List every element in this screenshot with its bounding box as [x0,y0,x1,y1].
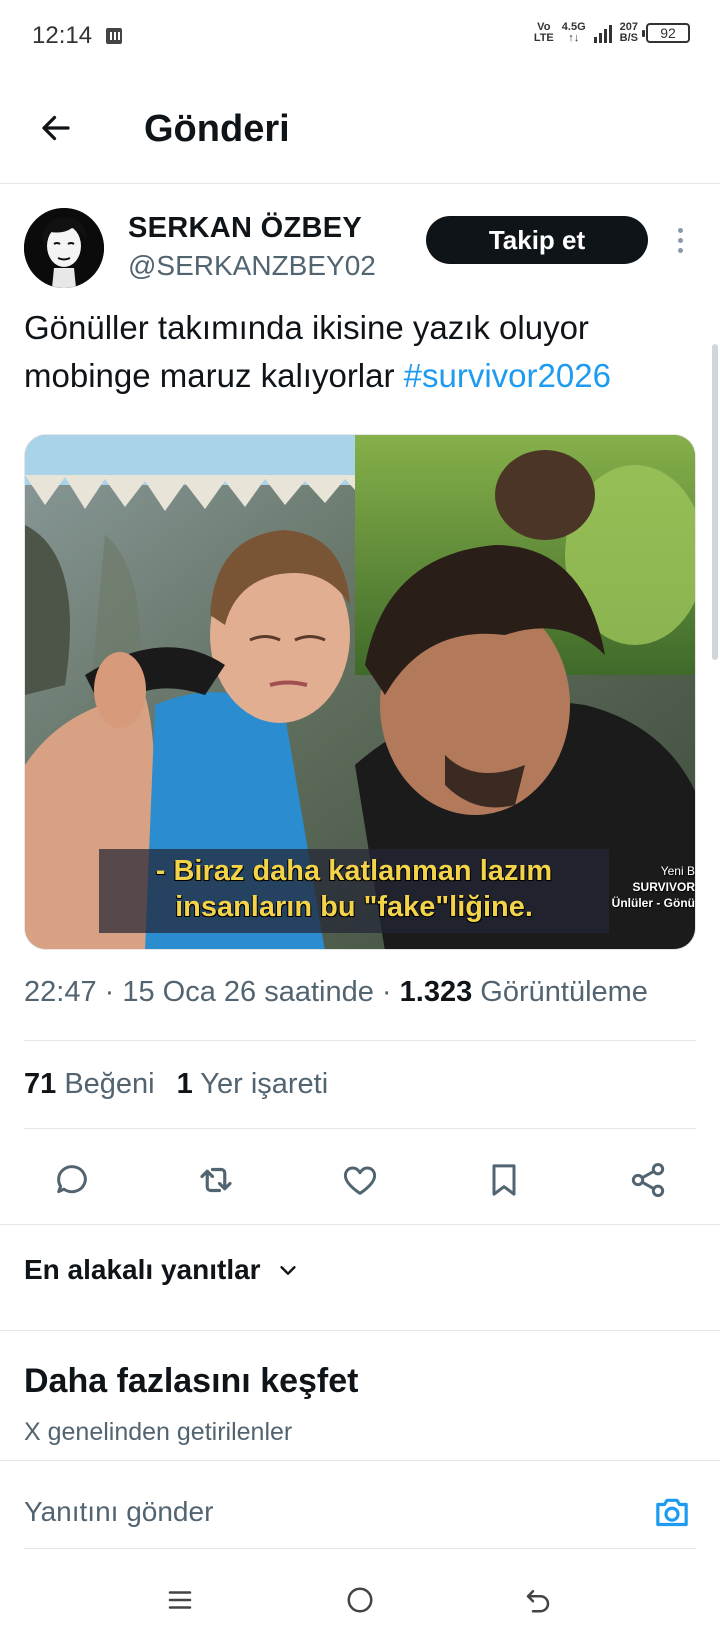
back-arrow-icon [526,1590,550,1613]
views-count: 1.323 [399,976,473,1008]
views-label: Görüntüleme [472,976,648,1008]
more-vertical-icon [677,227,683,233]
chevron-down-icon [279,1266,296,1275]
author-handle[interactable]: @SERKANZBEY02 [128,250,376,282]
page-title: Gönderi [144,108,290,150]
post-media-image[interactable]: - Biraz daha katlanman lazım insanların … [24,434,696,950]
subtitle-line-1: - Biraz daha katlanman lazım [155,855,553,887]
subtitle-line-2: insanların bu "fake"liğine. [175,891,533,923]
avatar[interactable] [24,208,104,288]
menu-icon [168,1591,192,1609]
camera-icon [656,1498,688,1527]
home-circle-icon [347,1587,373,1613]
discover-subtitle: X genelinden getirilenler [24,1418,293,1446]
divider [0,1460,720,1461]
avatar-image [24,208,104,288]
post-actions-bar [0,1140,720,1220]
replies-sort-label: En alakalı yanıtlar [24,1254,261,1285]
back-button[interactable] [30,102,82,154]
divider [24,1548,696,1549]
like-button[interactable] [338,1158,382,1202]
post-date[interactable]: 15 Oca 26 saatinde [122,976,374,1008]
follow-button[interactable]: Takip et [426,216,648,264]
retweet-button[interactable] [194,1158,238,1202]
divider [0,1224,720,1225]
reply-input[interactable]: Yanıtını gönder [24,1496,213,1528]
nav-back-button[interactable] [514,1576,562,1624]
nav-home-button[interactable] [336,1576,384,1624]
discover-title: Daha fazlasını keşfet [24,1362,359,1400]
like-icon [343,1166,377,1195]
video-subtitle: - Biraz daha katlanman lazım insanların … [99,849,609,933]
system-nav-bar [0,1560,720,1640]
bookmark-button[interactable] [482,1158,526,1202]
divider [0,1330,720,1331]
signal-icon [593,23,612,43]
divider [24,1128,696,1129]
status-indicators: Vo LTE 4.5G ↑↓ 207 B/S 92 [534,22,690,44]
camera-button[interactable] [650,1490,694,1534]
post-stats: 71 Beğeni 1 Yer işareti [24,1068,328,1101]
bookmarks-stat[interactable]: 1 Yer işareti [177,1068,329,1100]
status-time: 12:14 [32,22,93,49]
post-text: Gönüller takımında ikisine yazık oluyor … [24,304,696,400]
reply-button[interactable] [50,1158,94,1202]
hashtag-link[interactable]: #survivor2026 [404,357,611,394]
network-speed: 207 B/S [619,21,638,44]
volte-indicator: Vo LTE [533,21,554,44]
arrow-left-icon [42,115,70,141]
likes-stat[interactable]: 71 Beğeni [24,1068,155,1100]
scrollbar[interactable] [712,344,718,660]
network-type-indicator: 4.5G ↑↓ [561,21,586,44]
replies-sort-dropdown[interactable]: En alakalı yanıtlar [24,1254,299,1286]
bookmark-icon [492,1164,516,1196]
post-meta: 22:47 · 15 Oca 26 saatinde · 1.323 Görün… [24,976,648,1008]
sim-card-icon [106,28,122,44]
video-watermark: Yeni B SURVIVOR Ünlüler - Gönü [611,864,695,910]
more-options-button[interactable] [668,222,692,258]
share-icon [631,1163,665,1197]
post-time[interactable]: 22:47 [24,976,97,1008]
app-header: Gönderi [0,72,720,184]
retweet-icon [200,1167,232,1193]
author-name[interactable]: SERKAN ÖZBEY [128,212,362,245]
divider [24,1040,696,1041]
share-button[interactable] [626,1158,670,1202]
nav-menu-button[interactable] [156,1576,204,1624]
battery-icon: 92 [642,23,690,43]
reply-icon [57,1165,87,1194]
status-bar: 12:14 Vo LTE 4.5G ↑↓ 207 B/S 92 [0,0,720,72]
